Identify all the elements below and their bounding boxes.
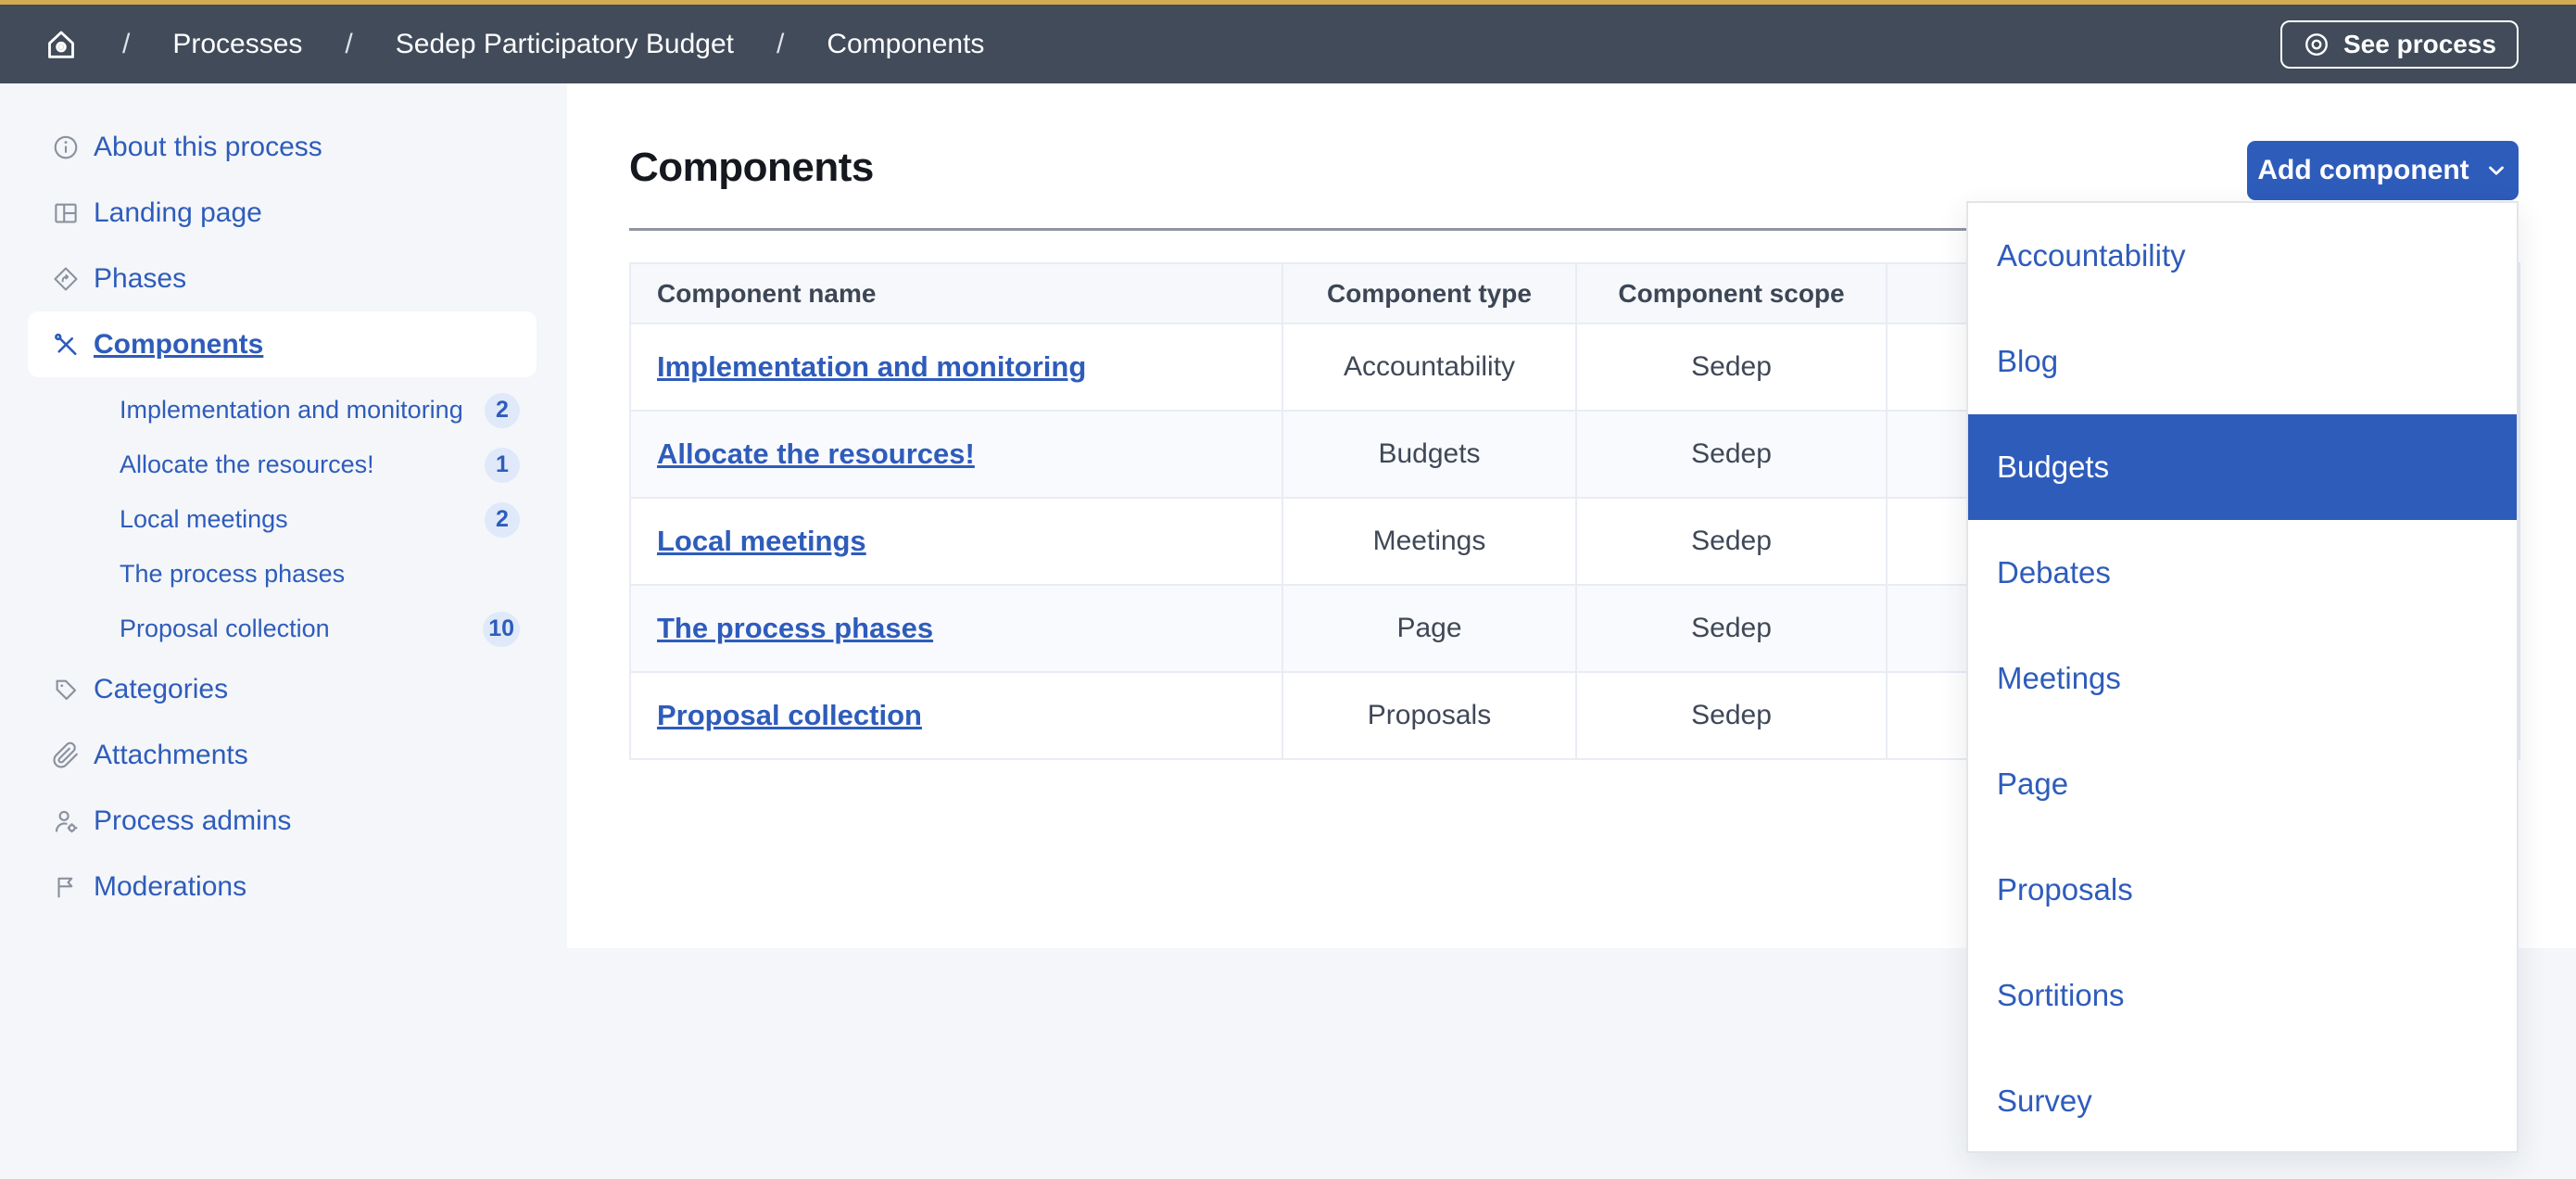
sidebar-subitem-process-phases[interactable]: The process phases <box>28 547 537 602</box>
flag-icon <box>52 873 80 901</box>
layout-grid-icon <box>52 199 80 227</box>
count-badge: 1 <box>485 448 520 483</box>
dropdown-item-accountability[interactable]: Accountability <box>1968 203 2517 309</box>
count-badge: 10 <box>483 612 520 647</box>
dropdown-item-debates[interactable]: Debates <box>1968 520 2517 626</box>
sidebar-item-label: Components <box>94 329 263 361</box>
sidebar: About this process Landing page Phases <box>0 83 567 1179</box>
sidebar-item-landing-page[interactable]: Landing page <box>28 180 537 246</box>
info-circle-icon <box>52 133 80 161</box>
admin-page: / Processes / Sedep Participatory Budget… <box>0 0 2576 1179</box>
dropdown-item-budgets[interactable]: Budgets <box>1968 414 2517 520</box>
count-badge: 2 <box>485 502 520 538</box>
sidebar-item-about[interactable]: About this process <box>28 114 537 180</box>
paperclip-icon <box>52 742 80 769</box>
dropdown-item-sortitions[interactable]: Sortitions <box>1968 943 2517 1048</box>
sidebar-subitem-implementation[interactable]: Implementation and monitoring 2 <box>28 383 537 437</box>
component-name-link[interactable]: Local meetings <box>657 525 866 557</box>
component-type-cell: Meetings <box>1282 498 1576 585</box>
breadcrumb-separator: / <box>345 29 352 60</box>
column-header-component-name: Component name <box>630 263 1282 323</box>
eye-icon <box>2303 31 2330 58</box>
sidebar-item-categories[interactable]: Categories <box>28 656 537 722</box>
subitem-label: The process phases <box>120 560 345 589</box>
component-name-link[interactable]: Allocate the resources! <box>657 437 975 470</box>
dropdown-item-proposals[interactable]: Proposals <box>1968 837 2517 943</box>
sidebar-item-components[interactable]: Components <box>28 311 537 377</box>
component-scope-cell: Sedep <box>1576 585 1887 672</box>
chevron-down-icon <box>2484 158 2508 183</box>
breadcrumb-link-processes[interactable]: Processes <box>172 29 302 60</box>
dropdown-item-page[interactable]: Page <box>1968 731 2517 837</box>
sidebar-item-attachments[interactable]: Attachments <box>28 722 537 788</box>
phases-diamond-icon <box>52 265 80 293</box>
component-type-cell: Budgets <box>1282 411 1576 498</box>
add-component-label: Add component <box>2257 155 2469 186</box>
sidebar-item-label: Categories <box>94 674 228 705</box>
component-name-link[interactable]: Implementation and monitoring <box>657 350 1086 383</box>
sidebar-item-label: Process admins <box>94 805 291 837</box>
sidebar-item-process-admins[interactable]: Process admins <box>28 788 537 854</box>
sidebar-item-label: Attachments <box>94 740 248 771</box>
tag-icon <box>52 676 80 704</box>
sidebar-subitem-proposal-collection[interactable]: Proposal collection 10 <box>28 602 537 656</box>
see-process-label: See process <box>2343 30 2496 59</box>
subitem-label: Local meetings <box>120 505 288 534</box>
user-gear-icon <box>52 807 80 835</box>
column-header-component-scope: Component scope <box>1576 263 1887 323</box>
breadcrumb-separator: / <box>122 29 130 60</box>
count-badge: 2 <box>485 393 520 428</box>
dropdown-item-meetings[interactable]: Meetings <box>1968 626 2517 731</box>
sidebar-subitem-local-meetings[interactable]: Local meetings 2 <box>28 492 537 547</box>
sidebar-item-label: Landing page <box>94 197 262 229</box>
sidebar-item-moderations[interactable]: Moderations <box>28 854 537 919</box>
component-name-link[interactable]: The process phases <box>657 612 933 644</box>
component-scope-cell: Sedep <box>1576 672 1887 759</box>
component-scope-cell: Sedep <box>1576 323 1887 411</box>
component-scope-cell: Sedep <box>1576 411 1887 498</box>
sidebar-item-label: About this process <box>94 132 322 163</box>
page-title: Components <box>629 145 874 191</box>
home-icon <box>43 26 80 63</box>
subitem-label: Proposal collection <box>120 615 330 643</box>
see-process-button[interactable]: See process <box>2280 20 2519 69</box>
sidebar-item-label: Moderations <box>94 871 246 903</box>
column-header-component-type: Component type <box>1282 263 1576 323</box>
add-component-button[interactable]: Add component <box>2247 141 2519 200</box>
subitem-label: Implementation and monitoring <box>120 396 463 425</box>
component-type-cell: Page <box>1282 585 1576 672</box>
add-component-dropdown: Accountability Blog Budgets Debates Meet… <box>1966 201 2519 1153</box>
breadcrumb-separator: / <box>777 29 784 60</box>
breadcrumb-home-link[interactable] <box>43 26 80 63</box>
sidebar-item-phases[interactable]: Phases <box>28 246 537 311</box>
component-name-link[interactable]: Proposal collection <box>657 699 922 731</box>
dropdown-item-survey[interactable]: Survey <box>1968 1048 2517 1154</box>
breadcrumb-current-page[interactable]: Components <box>827 29 984 60</box>
component-type-cell: Proposals <box>1282 672 1576 759</box>
tools-icon <box>52 331 80 359</box>
component-scope-cell: Sedep <box>1576 498 1887 585</box>
component-type-cell: Accountability <box>1282 323 1576 411</box>
components-submenu: Implementation and monitoring 2 Allocate… <box>0 383 567 656</box>
dropdown-item-blog[interactable]: Blog <box>1968 309 2517 414</box>
topbar: / Processes / Sedep Participatory Budget… <box>0 0 2576 83</box>
breadcrumb-link-process-name[interactable]: Sedep Participatory Budget <box>396 29 734 60</box>
breadcrumb: / Processes / Sedep Participatory Budget… <box>43 26 984 63</box>
sidebar-item-label: Phases <box>94 263 186 295</box>
sidebar-subitem-allocate-resources[interactable]: Allocate the resources! 1 <box>28 437 537 492</box>
subitem-label: Allocate the resources! <box>120 450 374 479</box>
